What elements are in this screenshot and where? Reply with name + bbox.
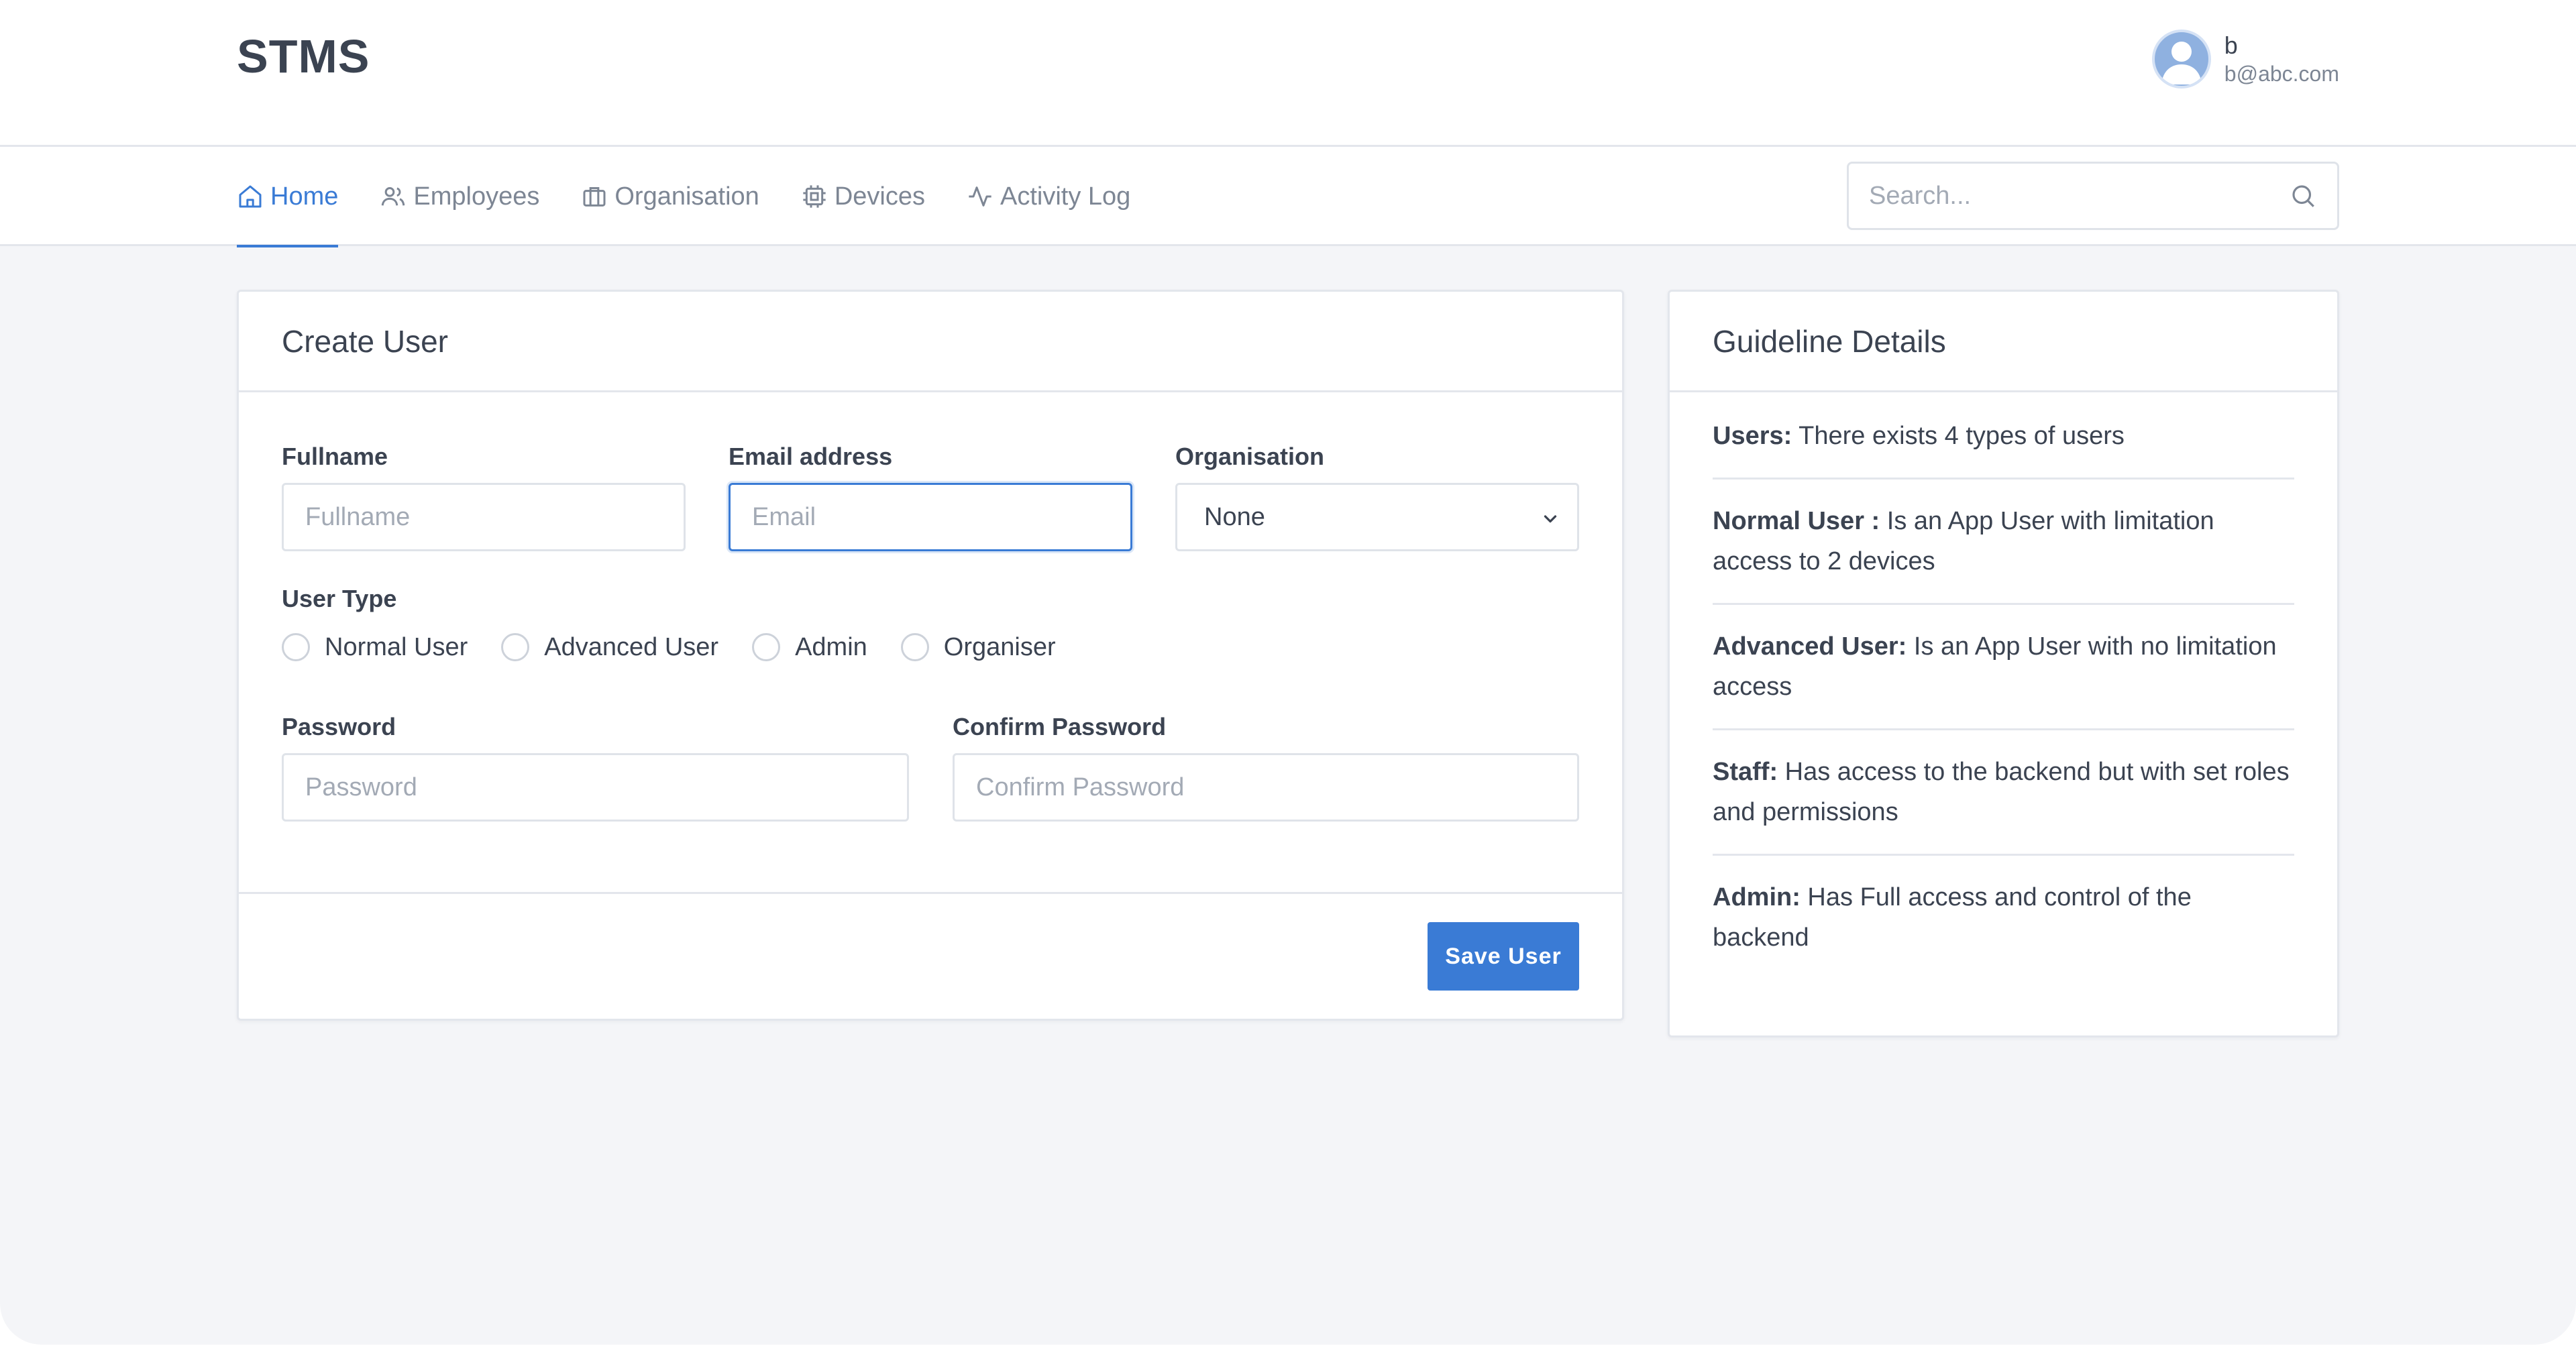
- nav-item-label: Activity Log: [1000, 182, 1131, 211]
- radio-label: Admin: [795, 632, 867, 661]
- guideline-item-admin: Admin: Has Full access and control of th…: [1713, 856, 2294, 979]
- nav-item-label: Home: [270, 182, 339, 211]
- guideline-item-advanced-user: Advanced User: Is an App User with no li…: [1713, 605, 2294, 730]
- nav-item-label: Organisation: [614, 182, 759, 211]
- nav-item-label: Employees: [413, 182, 540, 211]
- user-type-radio-group: Normal User Advanced User Admin Organise…: [282, 627, 1089, 667]
- cpu-icon: [801, 183, 828, 210]
- nav-item-organisation[interactable]: Organisation: [581, 147, 759, 246]
- app-page: STMS b b@abc.com Home Employees Organisa…: [0, 0, 2576, 1345]
- guideline-title: Guideline Details: [1670, 292, 2337, 392]
- guideline-text: There exists 4 types of users: [1792, 422, 2125, 450]
- user-email: b@abc.com: [2224, 62, 2339, 86]
- radio-circle[interactable]: [900, 633, 929, 661]
- avatar-icon[interactable]: [2151, 30, 2211, 89]
- create-user-footer: Save User: [239, 892, 1622, 1019]
- password-field[interactable]: [282, 753, 909, 822]
- fullname-label: Fullname: [282, 443, 388, 470]
- guideline-text: Has access to the backend but with set r…: [1713, 758, 2290, 826]
- guideline-list: Users: There exists 4 types of users Nor…: [1713, 394, 2294, 979]
- radio-circle[interactable]: [501, 633, 530, 661]
- nav-item-home[interactable]: Home: [237, 147, 339, 247]
- guideline-term: Staff:: [1713, 758, 1778, 786]
- password-label: Password: [282, 713, 396, 740]
- main-nav: Home Employees Organisation Devices Acti…: [237, 147, 1172, 247]
- email-label: Email address: [729, 443, 893, 470]
- top-header: STMS b b@abc.com: [0, 0, 2576, 147]
- create-user-title: Create User: [239, 292, 1622, 392]
- radio-label: Advanced User: [544, 632, 719, 661]
- nav-item-label: Devices: [834, 182, 925, 211]
- radio-circle[interactable]: [282, 633, 310, 661]
- brand-logo[interactable]: STMS: [237, 30, 370, 83]
- guideline-item-normal-user: Normal User : Is an App User with limita…: [1713, 480, 2294, 605]
- guideline-term: Admin:: [1713, 883, 1801, 911]
- guideline-item-users: Users: There exists 4 types of users: [1713, 394, 2294, 480]
- guideline-term: Normal User :: [1713, 507, 1880, 535]
- user-info: b b@abc.com: [2224, 31, 2339, 87]
- radio-label: Organiser: [943, 632, 1056, 661]
- users-icon: [380, 183, 407, 210]
- create-user-card: Create User Fullname Email address Organ…: [237, 290, 1624, 1021]
- user-name: b: [2224, 32, 2238, 59]
- organisation-select[interactable]: None: [1175, 483, 1579, 551]
- search-icon[interactable]: [2289, 182, 2317, 210]
- confirm-password-field[interactable]: [953, 753, 1579, 822]
- activity-icon: [967, 183, 994, 210]
- email-field[interactable]: [729, 483, 1132, 551]
- radio-admin[interactable]: Admin: [752, 633, 867, 662]
- radio-circle[interactable]: [752, 633, 781, 661]
- radio-organiser[interactable]: Organiser: [900, 632, 1056, 662]
- organisation-selected: None: [1204, 502, 1265, 531]
- nav-item-employees[interactable]: Employees: [380, 147, 539, 246]
- home-icon: [237, 183, 264, 210]
- guideline-term: Users:: [1713, 422, 1792, 450]
- search-input[interactable]: [1869, 181, 2289, 211]
- guideline-card: Guideline Details Users: There exists 4 …: [1668, 290, 2339, 1037]
- fullname-field[interactable]: [282, 483, 686, 551]
- radio-advanced-user[interactable]: Advanced User: [501, 633, 718, 662]
- nav-bar: Home Employees Organisation Devices Acti…: [0, 147, 2576, 247]
- guideline-term: Advanced User:: [1713, 632, 1907, 661]
- briefcase-icon: [581, 183, 608, 210]
- radio-label: Normal User: [325, 632, 468, 661]
- organisation-label: Organisation: [1175, 443, 1325, 470]
- user-type-label: User Type: [282, 585, 397, 612]
- confirm-password-label: Confirm Password: [953, 713, 1167, 740]
- guideline-item-staff: Staff: Has access to the backend but wit…: [1713, 730, 2294, 856]
- user-profile[interactable]: b b@abc.com: [2151, 25, 2339, 93]
- save-user-button[interactable]: Save User: [1428, 922, 1579, 991]
- radio-normal-user[interactable]: Normal User: [282, 633, 468, 662]
- chevron-down-icon: [1538, 506, 1562, 530]
- nav-item-devices[interactable]: Devices: [801, 147, 925, 246]
- search-box: [1847, 162, 2339, 230]
- nav-item-activity-log[interactable]: Activity Log: [967, 147, 1130, 246]
